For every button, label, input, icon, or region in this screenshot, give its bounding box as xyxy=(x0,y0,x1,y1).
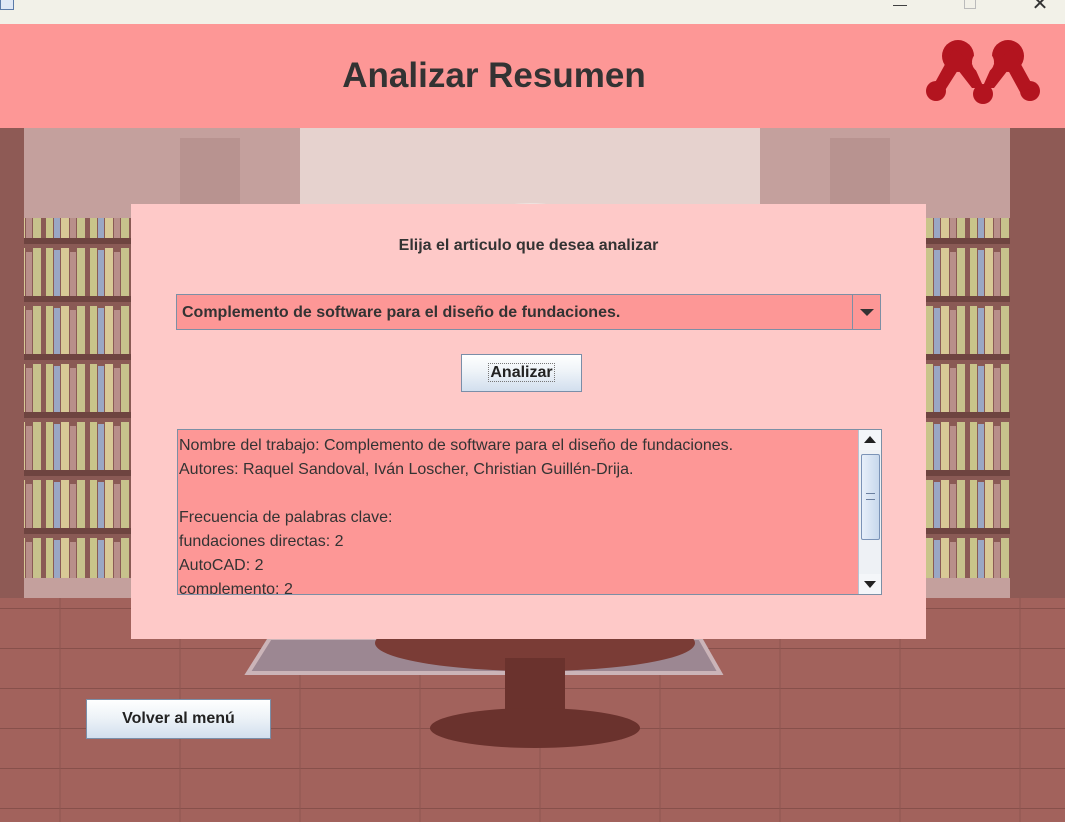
window-titlebar: — ✕ xyxy=(0,0,1065,24)
scroll-down-icon[interactable] xyxy=(859,574,881,594)
article-select[interactable]: Complemento de software para el diseño d… xyxy=(176,294,881,330)
scrollbar-thumb[interactable] xyxy=(861,454,880,540)
result-line: AutoCAD: 2 xyxy=(179,557,264,574)
maximize-button[interactable] xyxy=(958,0,982,12)
result-line: complemento: 2 xyxy=(179,581,293,595)
analyze-button-label: Analizar xyxy=(488,363,555,382)
close-button[interactable]: ✕ xyxy=(1028,0,1052,14)
page-title: Analizar Resumen xyxy=(342,56,646,95)
result-text: Nombre del trabajo: Complemento de softw… xyxy=(179,434,854,595)
result-line: fundaciones directas: 2 xyxy=(179,533,344,550)
article-select-value: Complemento de software para el diseño d… xyxy=(182,304,621,321)
vertical-scrollbar[interactable] xyxy=(858,430,881,594)
result-line: Autores: Raquel Sandoval, Iván Loscher, … xyxy=(179,461,634,478)
maximize-icon xyxy=(964,0,976,9)
minimize-button[interactable]: — xyxy=(888,0,912,12)
result-line xyxy=(179,482,854,506)
result-textarea[interactable]: Nombre del trabajo: Complemento de softw… xyxy=(177,429,882,595)
article-prompt-label: Elija el articulo que desea analizar xyxy=(398,237,659,254)
chevron-down-icon[interactable] xyxy=(852,295,880,329)
result-line: Frecuencia de palabras clave: xyxy=(179,509,393,526)
scroll-up-icon[interactable] xyxy=(859,430,881,450)
header-bar: Analizar Resumen xyxy=(0,24,1065,128)
app-icon xyxy=(0,0,14,10)
analyze-button[interactable]: Analizar xyxy=(461,354,582,392)
back-to-menu-button[interactable]: Volver al menú xyxy=(86,699,271,739)
analysis-panel: Elija el articulo que desea analizar Com… xyxy=(131,204,926,639)
result-line: Nombre del trabajo: Complemento de softw… xyxy=(179,437,734,454)
mendeley-logo-icon xyxy=(926,40,1040,104)
